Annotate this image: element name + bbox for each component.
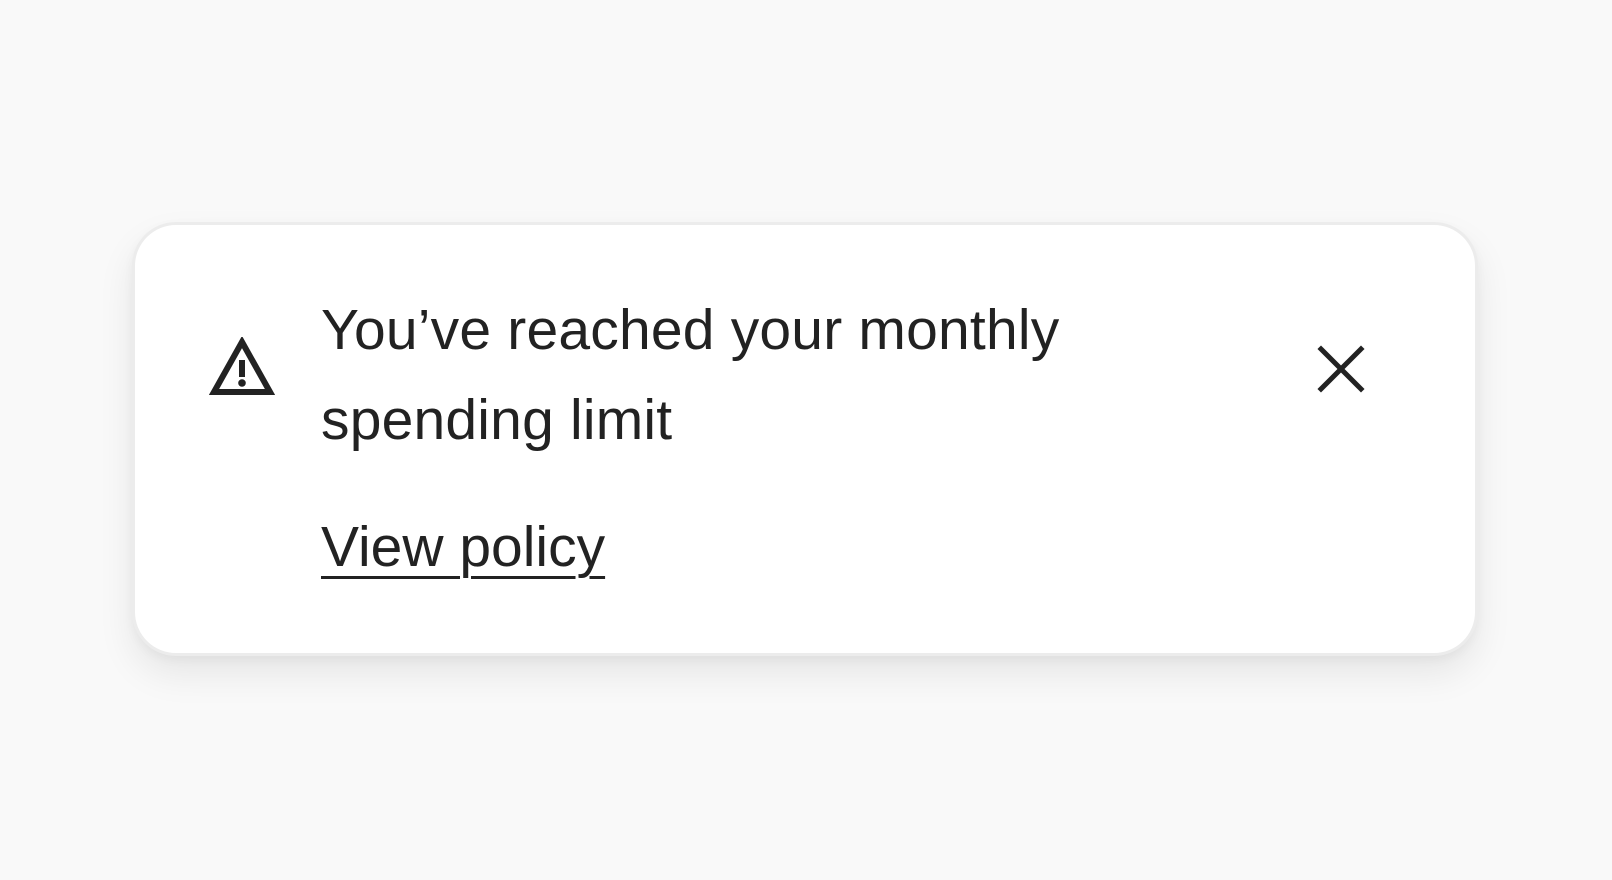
notification-message: You’ve reached your monthly spending lim… <box>321 298 1060 452</box>
warning-triangle-icon <box>209 337 275 397</box>
dismiss-button[interactable] <box>1299 327 1383 411</box>
spending-limit-notification: You’ve reached your monthly spending lim… <box>132 222 1478 656</box>
close-icon <box>1317 345 1365 393</box>
view-policy-link[interactable]: View policy <box>321 511 605 583</box>
